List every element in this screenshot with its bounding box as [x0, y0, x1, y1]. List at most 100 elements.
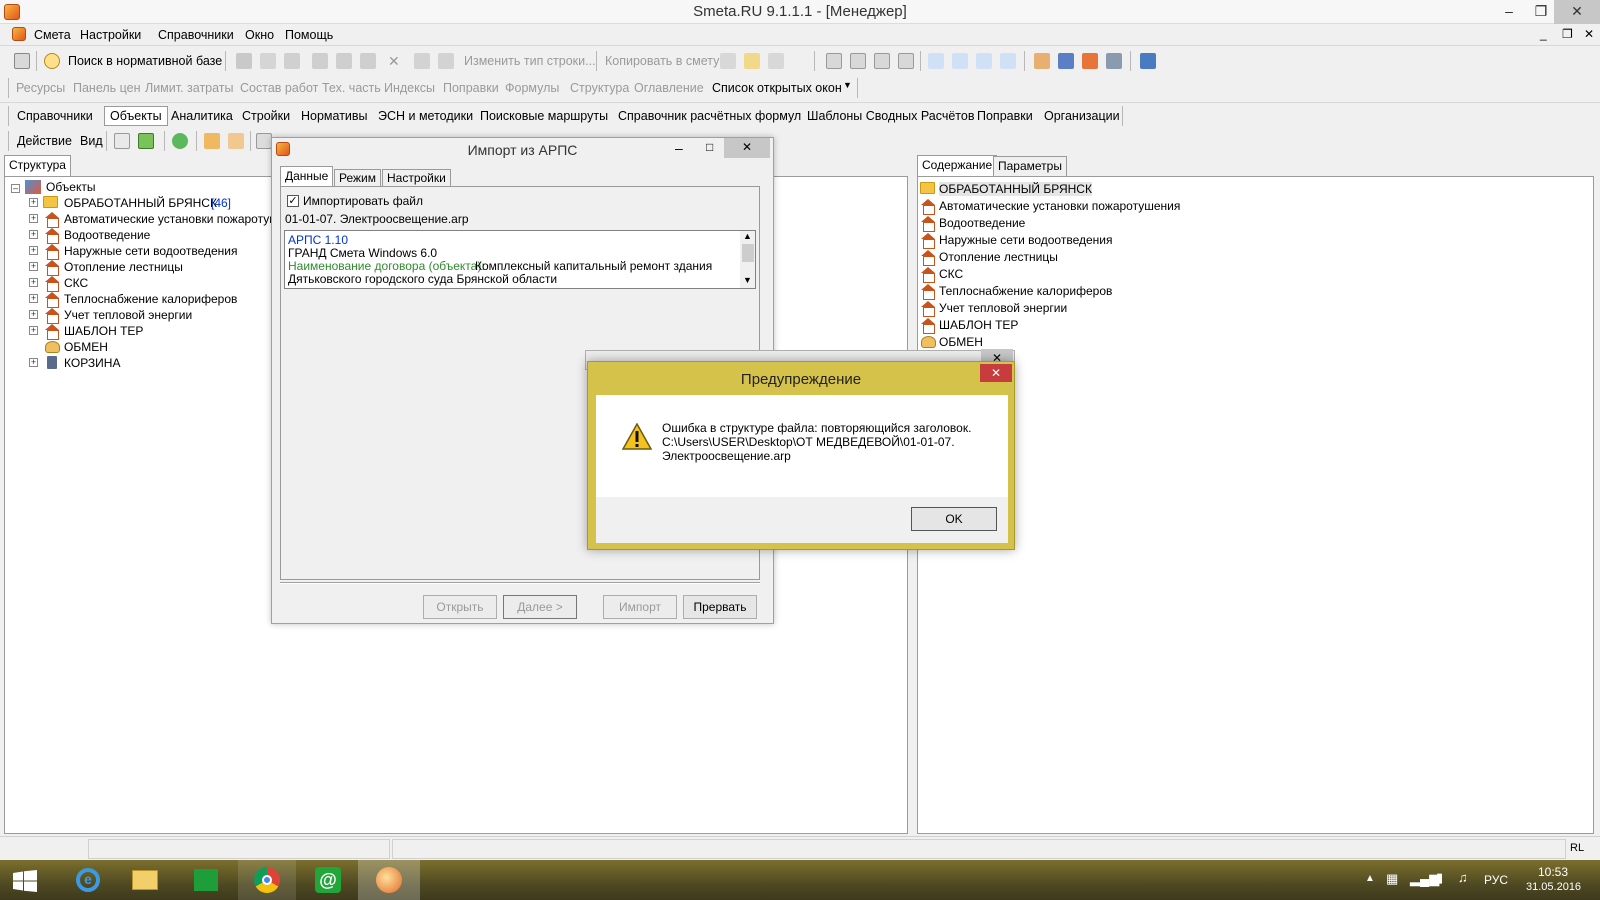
scroll-thumb[interactable]	[742, 244, 754, 262]
section-normatives[interactable]: Нормативы	[301, 109, 368, 123]
copy-icon[interactable]	[720, 53, 736, 69]
calculator-icon[interactable]	[1106, 53, 1122, 69]
clock-date[interactable]: 31.05.2016	[1526, 881, 1581, 893]
delete-icon[interactable]	[284, 53, 300, 69]
menu-smeta[interactable]: Смета	[34, 28, 71, 42]
section-analytics[interactable]: Аналитика	[171, 109, 233, 123]
tab-settings[interactable]: Настройки	[382, 169, 451, 187]
align-right-icon[interactable]	[1000, 53, 1016, 69]
section-constructions[interactable]: Стройки	[242, 109, 290, 123]
new-folder-icon[interactable]	[138, 133, 154, 149]
mail-agent-icon[interactable]: @	[300, 860, 356, 900]
minimize-icon[interactable]: –	[675, 140, 683, 156]
indent-icon[interactable]	[928, 53, 944, 69]
document-icon[interactable]	[12, 27, 26, 41]
ie-icon[interactable]: e	[60, 860, 116, 900]
restore-icon[interactable]: ❐	[1524, 0, 1558, 24]
truck-icon[interactable]	[1058, 53, 1074, 69]
section-esn[interactable]: ЭСН и методики	[378, 109, 473, 123]
next-button[interactable]: Далее >	[503, 595, 577, 619]
section-objects[interactable]: Объекты	[104, 106, 168, 126]
search-normative-button[interactable]: Поиск в нормативной базе	[68, 54, 222, 68]
hammer-icon[interactable]	[1034, 53, 1050, 69]
section-organizations[interactable]: Организации	[1044, 109, 1120, 123]
change-row-type-button[interactable]: Изменить тип строки...	[464, 54, 596, 68]
action-menu[interactable]: Действие	[17, 134, 72, 148]
align-left-icon[interactable]	[976, 53, 992, 69]
tech-part-button[interactable]: Тех. часть	[322, 81, 381, 95]
ok-button[interactable]: OK	[911, 507, 997, 531]
folder-up-icon[interactable]	[114, 133, 130, 149]
limit-costs-button[interactable]: Лимит. затраты	[145, 81, 234, 95]
norm-pc-icon[interactable]	[826, 53, 842, 69]
maximize-icon[interactable]: □	[706, 140, 713, 154]
local-estimate-icon[interactable]	[256, 133, 272, 149]
close-icon[interactable]: ✕	[980, 364, 1012, 382]
open-button[interactable]: Открыть	[423, 595, 497, 619]
section-formulas-reference[interactable]: Справочник расчётных формул	[618, 109, 801, 123]
print-icon[interactable]	[414, 53, 430, 69]
tab-structure[interactable]: Структура	[4, 155, 71, 176]
close-icon[interactable]: ✕	[724, 138, 770, 158]
comment-icon[interactable]	[360, 53, 376, 69]
section-corrections[interactable]: Поправки	[977, 109, 1033, 123]
view-menu[interactable]: Вид	[80, 134, 103, 148]
collapse-icon[interactable]: –	[11, 184, 20, 193]
norm-pr-icon[interactable]	[850, 53, 866, 69]
resources-button[interactable]: Ресурсы	[16, 81, 65, 95]
tab-data[interactable]: Данные	[280, 166, 334, 186]
menu-window[interactable]: Окно	[245, 28, 274, 42]
input-language[interactable]: РУС	[1484, 873, 1508, 887]
network-icon[interactable]: ▂▄▆	[1410, 871, 1439, 887]
dropdown-arrow-icon[interactable]: ▼	[843, 80, 852, 90]
scroll-down-icon[interactable]: ▼	[743, 275, 752, 285]
file-explorer-icon[interactable]	[116, 860, 172, 900]
paste-special-icon[interactable]	[768, 53, 784, 69]
child-restore-icon[interactable]: ❐	[1562, 27, 1573, 41]
action-center-icon[interactable]: ▦	[1386, 871, 1398, 887]
store-icon[interactable]	[178, 860, 234, 900]
books-icon[interactable]	[1140, 53, 1156, 69]
import-button[interactable]: Импорт	[603, 595, 677, 619]
new-object-icon[interactable]	[204, 133, 220, 149]
import-file-checkbox[interactable]: ✓	[287, 195, 299, 207]
structure-button[interactable]: Структура	[570, 81, 629, 95]
tab-mode[interactable]: Режим	[334, 169, 381, 187]
indexes-button[interactable]: Индексы	[384, 81, 435, 95]
cut-icon[interactable]: ✕	[388, 53, 400, 70]
add-row-icon[interactable]	[312, 53, 328, 69]
open-windows-dropdown[interactable]: Список открытых окон	[712, 81, 842, 95]
tab-contents[interactable]: Содержание	[917, 155, 998, 176]
change-type-icon[interactable]	[438, 53, 454, 69]
menu-settings[interactable]: Настройки	[80, 28, 141, 42]
section-search-routes[interactable]: Поисковые маршруты	[480, 109, 608, 123]
menu-references[interactable]: Справочники	[158, 28, 234, 42]
import-log[interactable]: АРПС 1.10 ГРАНД Смета Windows 6.0 Наимен…	[284, 230, 756, 289]
log-scrollbar[interactable]: ▲ ▼	[740, 231, 755, 288]
import-dialog-titlebar[interactable]: Импорт из АРПС – □ ✕	[272, 138, 773, 162]
new-estimate-icon[interactable]	[228, 133, 244, 149]
menu-help[interactable]: Помощь	[285, 28, 333, 42]
refresh-icon[interactable]	[260, 53, 276, 69]
paste-icon[interactable]	[744, 53, 760, 69]
norm-nr-icon[interactable]	[874, 53, 890, 69]
machine-icon[interactable]	[1082, 53, 1098, 69]
close-icon[interactable]: ✕	[1554, 0, 1600, 24]
formulas-button[interactable]: Формулы	[505, 81, 559, 95]
section-summary-templates[interactable]: Шаблоны Сводных Расчётов	[807, 109, 975, 123]
child-minimize-icon[interactable]: _	[1540, 27, 1547, 41]
reload-icon[interactable]	[172, 133, 188, 149]
battery-icon[interactable]: ▮	[1436, 870, 1443, 886]
price-panel-button[interactable]: Панель цен	[73, 81, 141, 95]
tree-root-label[interactable]: Объекты	[46, 180, 96, 194]
corrections-button[interactable]: Поправки	[443, 81, 499, 95]
minimize-icon[interactable]: –	[1492, 0, 1526, 24]
clock-time[interactable]: 10:53	[1538, 865, 1568, 879]
norm-filter-icon[interactable]	[898, 53, 914, 69]
scroll-up-icon[interactable]: ▲	[743, 231, 752, 241]
smeta-taskbar-icon[interactable]	[358, 860, 420, 900]
copy-to-estimate-button[interactable]: Копировать в смету	[605, 54, 719, 68]
abort-button[interactable]: Прервать	[683, 595, 757, 619]
magnifier-icon[interactable]	[44, 53, 60, 69]
insert-row-icon[interactable]	[336, 53, 352, 69]
